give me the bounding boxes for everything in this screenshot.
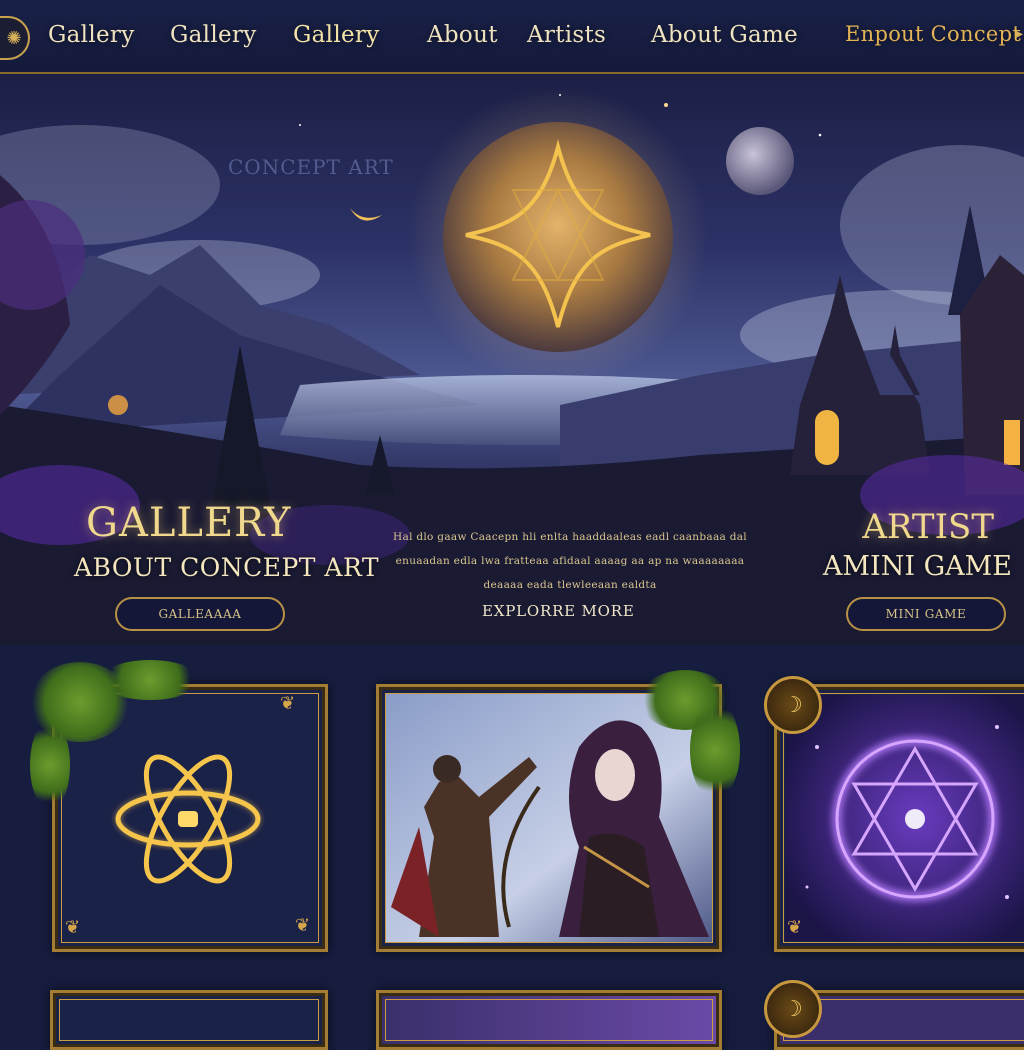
gallery-button[interactable]: GALLEAAAA	[115, 597, 285, 631]
nav-item-about[interactable]: About	[427, 22, 498, 48]
rune-emblem-icon[interactable]: ✺	[0, 16, 30, 60]
top-nav: ✺ Gallery Gallery Gallery About Artists …	[0, 0, 1024, 74]
explore-more-link[interactable]: EXPLORRE MORE	[482, 602, 635, 620]
hero-artist-title: ARTIST	[862, 507, 994, 547]
moss-vine-decoration	[690, 700, 740, 800]
nav-item-gallery-1[interactable]: Gallery	[48, 22, 135, 48]
nav-item-artists[interactable]: Artists	[527, 22, 606, 48]
hero-watermark-text: CONCEPT ART	[228, 155, 394, 179]
nav-item-about-game[interactable]: About Game	[651, 22, 798, 48]
ornament-corner-icon: ❦	[295, 915, 311, 936]
gallery-card-row2-2[interactable]	[376, 990, 722, 1050]
ornament-corner-icon: ❦	[65, 917, 81, 938]
hero-banner: CONCEPT ART GALLERY ABOUT CONCEPT ART Ha…	[0, 75, 1024, 645]
gallery-card-row2-1[interactable]	[50, 990, 328, 1050]
mini-game-button[interactable]: MINI GAME	[846, 597, 1006, 631]
hero-description: Hal dlo gaaw Caacepn hli enlta haaddaale…	[393, 531, 747, 591]
nav-item-gallery-3[interactable]: Gallery	[293, 22, 380, 48]
ornament-corner-icon: ❦	[280, 693, 296, 714]
purple-hexagram-icon	[785, 695, 1024, 941]
nav-item-gallery-2[interactable]: Gallery	[170, 22, 257, 48]
hero-gallery-title: GALLERY	[86, 500, 292, 546]
gold-medallion-icon: ☽	[764, 676, 822, 734]
hero-gallery-subtitle: ABOUT CONCEPT ART	[74, 553, 380, 582]
nav-item-concept[interactable]: Enpout Concept	[845, 22, 1021, 46]
chevron-right-icon[interactable]: ▸	[1016, 26, 1024, 42]
moss-vine-decoration	[100, 660, 200, 700]
hero-minigame-subtitle: AMINI GAME	[822, 551, 1012, 582]
gold-medallion-icon: ☽	[764, 980, 822, 1038]
moss-vine-decoration	[30, 720, 70, 810]
ornament-corner-icon: ❦	[787, 917, 803, 938]
